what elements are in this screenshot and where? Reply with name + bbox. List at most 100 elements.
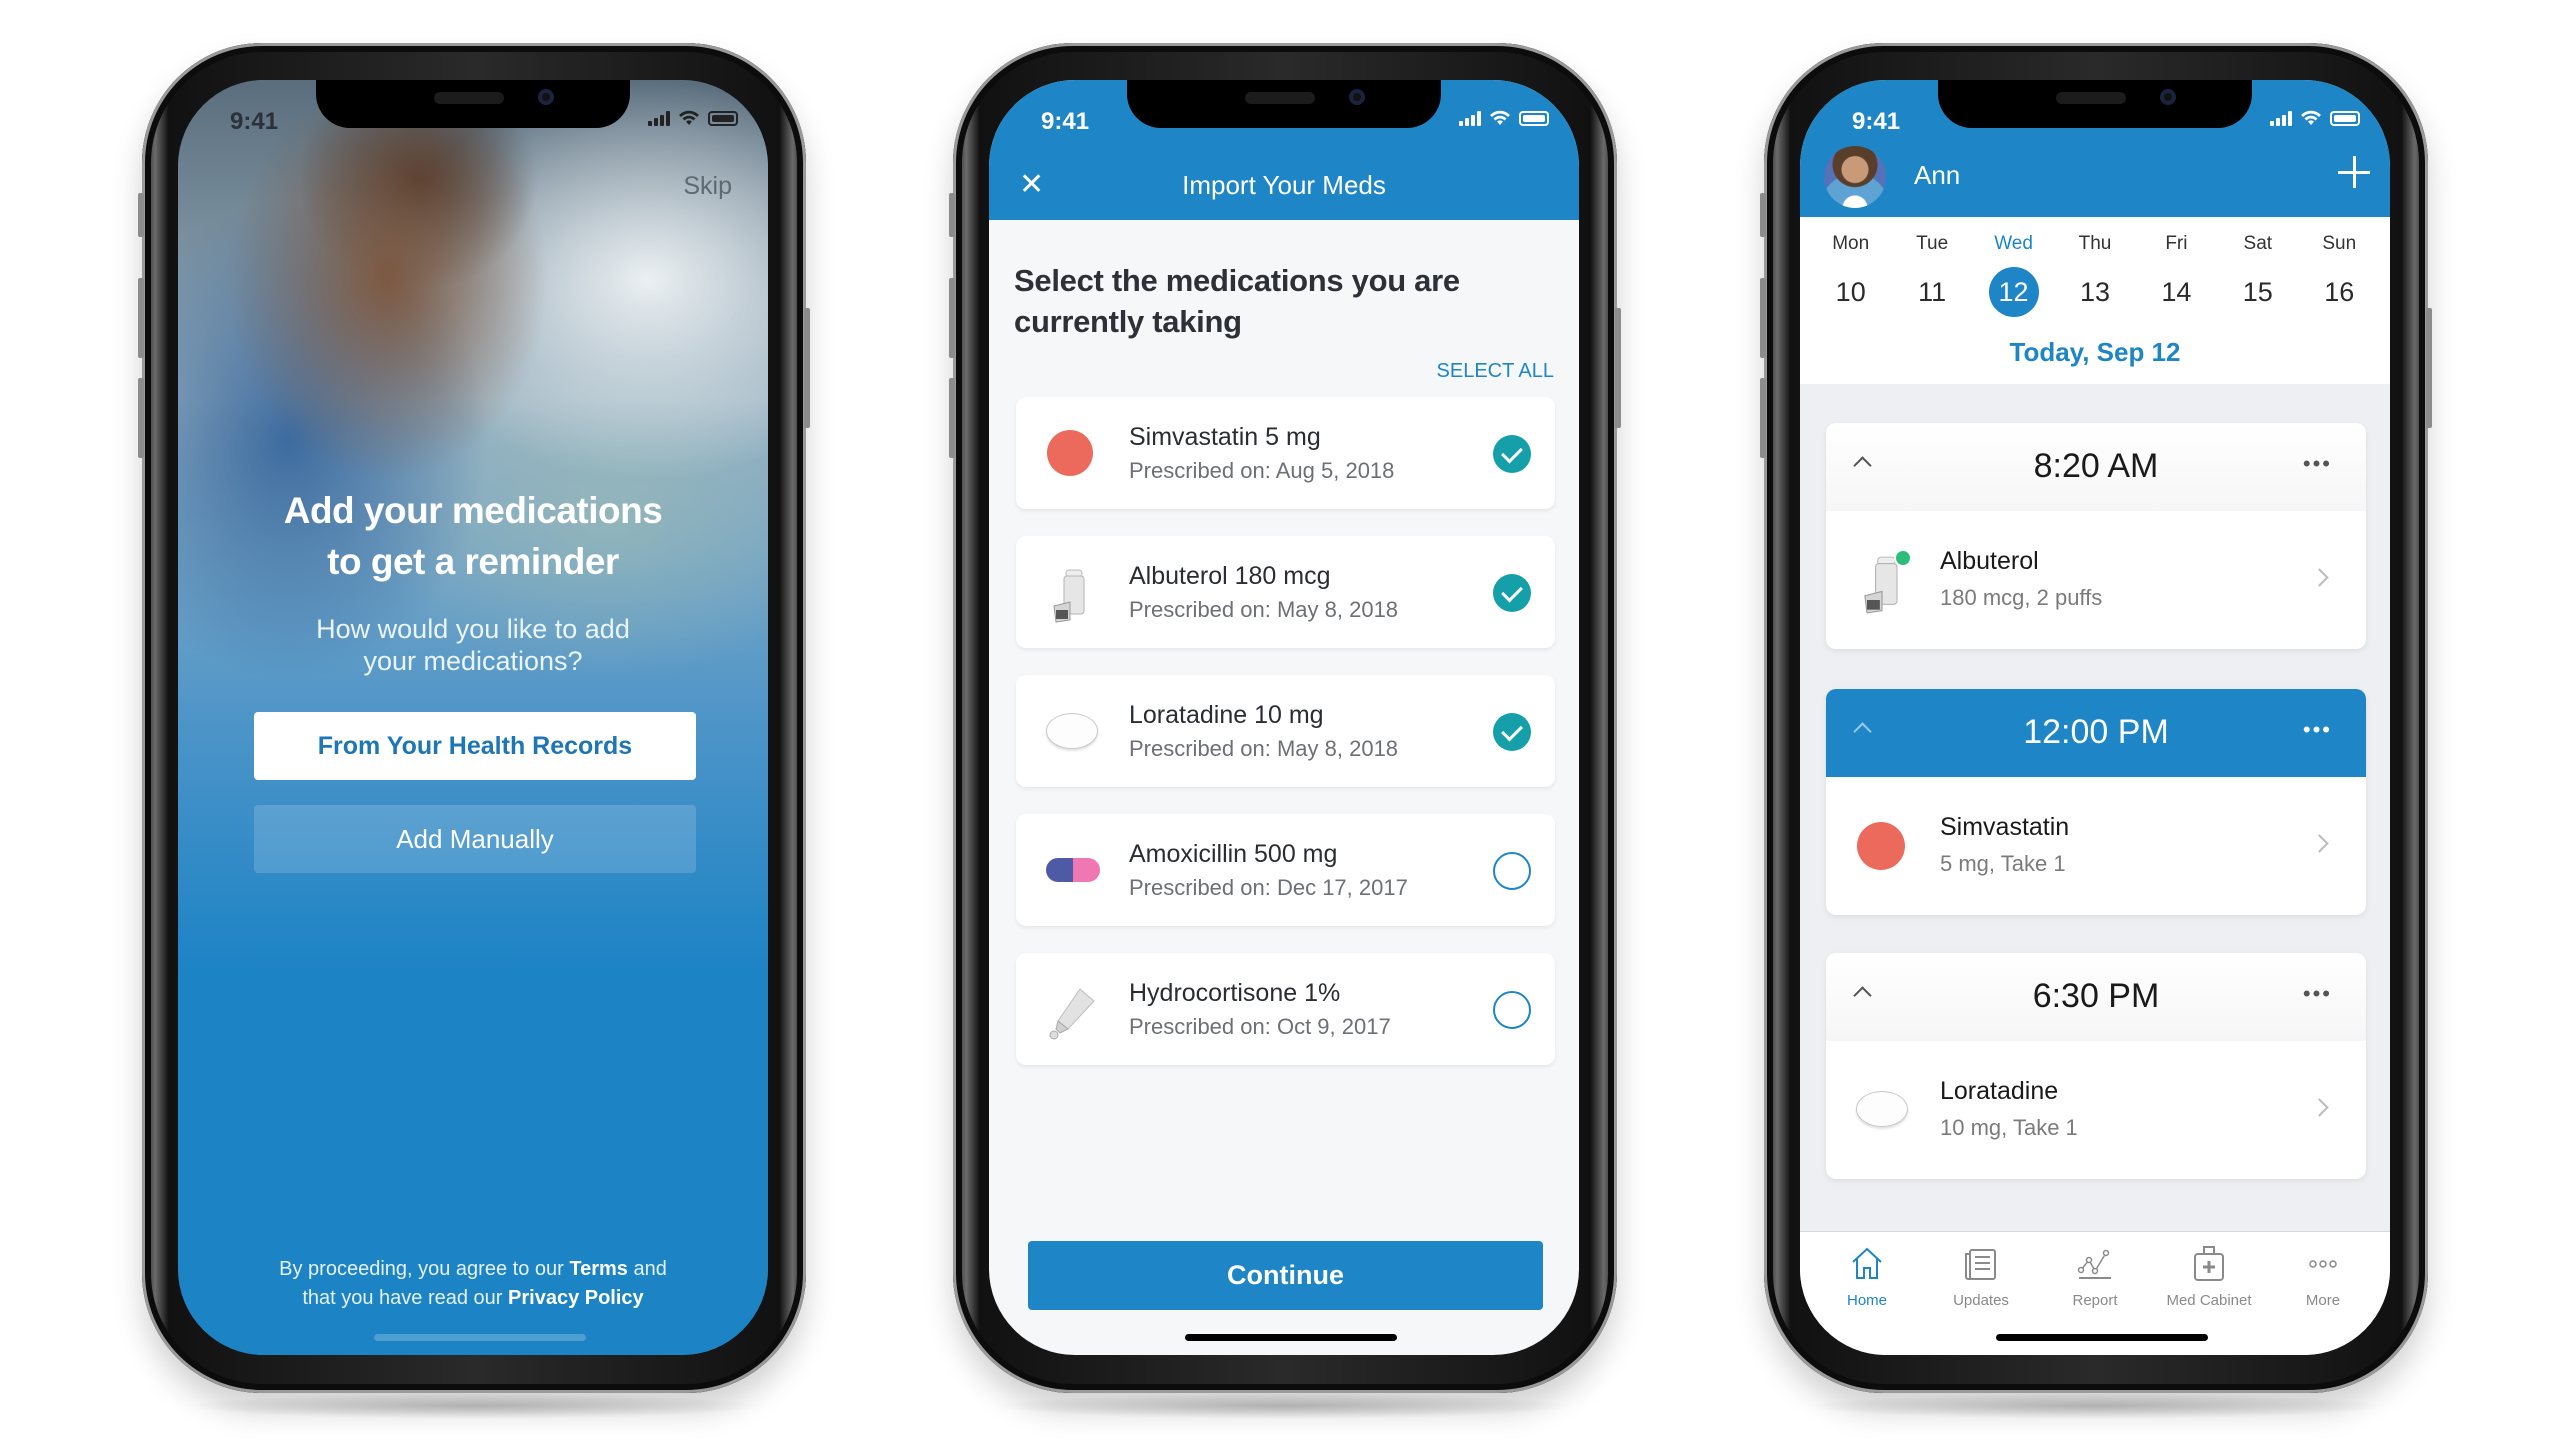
legal-text: By proceeding, you agree to our <box>279 1258 570 1280</box>
home-indicator <box>374 1334 586 1341</box>
tab-label: Updates <box>1953 1292 2009 1309</box>
chevron-right-icon <box>2310 568 2329 587</box>
volume-up-button <box>138 278 144 358</box>
day-tue[interactable]: Tue 11 <box>1891 233 1972 317</box>
dose-time-card: 6:30 PM ••• Loratadine 10 mg, Take 1 <box>1826 953 2366 1179</box>
day-name: Sat <box>2243 233 2273 254</box>
status-bar: 9:41 <box>1800 102 2390 136</box>
volume-down-button <box>138 378 144 458</box>
day-number: 10 <box>1835 277 1866 307</box>
skip-button[interactable]: Skip <box>683 172 732 201</box>
wifi-icon <box>679 110 699 125</box>
tab-label: Med Cabinet <box>2166 1292 2252 1309</box>
status-time: 9:41 <box>1852 108 1901 135</box>
day-number: 13 <box>2079 277 2110 307</box>
signal-icon <box>648 110 670 126</box>
add-manually-button[interactable]: Add Manually <box>254 805 696 873</box>
medication-card[interactable]: Loratadine 10 mg Prescribed on: May 8, 2… <box>1016 675 1555 787</box>
white-pill-icon <box>1046 707 1098 755</box>
day-sat[interactable]: Sat 15 <box>2217 233 2298 317</box>
avatar[interactable] <box>1824 146 1886 208</box>
today-label[interactable]: Today, Sep 12 <box>1800 337 2390 368</box>
dose-time: 6:30 PM <box>2032 977 2160 1015</box>
onboarding-subtitle: How would you like to add your medicatio… <box>178 613 768 677</box>
page-heading: Select the medications you are currently… <box>1014 263 1460 339</box>
chevron-right-icon <box>2310 1098 2329 1117</box>
home-indicator <box>1185 1334 1397 1341</box>
day-sun[interactable]: Sun 16 <box>2299 233 2380 317</box>
title-line-1: Add your medications <box>283 490 663 531</box>
medication-name: Simvastatin 5 mg <box>1129 423 1321 451</box>
day-name: Thu <box>2078 233 2112 254</box>
med-cabinet-icon <box>2194 1246 2224 1281</box>
taken-check-icon <box>1894 549 1912 567</box>
terms-link[interactable]: Terms <box>569 1258 628 1280</box>
mute-switch <box>138 193 144 237</box>
onboarding-screen: 9:41 Skip Add your medications to get a … <box>178 80 768 1355</box>
medication-name: Loratadine <box>1940 1077 2059 1105</box>
volume-up-button <box>949 278 955 358</box>
day-number: 11 <box>1918 277 1947 307</box>
scheduled-medication[interactable]: Simvastatin 5 mg, Take 1 <box>1826 777 2366 915</box>
plus-icon[interactable] <box>2338 156 2370 188</box>
continue-button[interactable]: Continue <box>1028 1241 1543 1310</box>
day-thu[interactable]: Thu 13 <box>2054 233 2135 317</box>
checkbox-checked[interactable] <box>1493 574 1531 612</box>
more-options-icon[interactable]: ••• <box>2303 983 2332 1005</box>
day-wed[interactable]: Wed 12 <box>1973 233 2054 317</box>
nav-title: Import Your Meds <box>1182 170 1386 200</box>
chevron-right-icon <box>2310 834 2329 853</box>
medication-card[interactable]: Hydrocortisone 1% Prescribed on: Oct 9, … <box>1016 953 1555 1065</box>
title-line-2: to get a reminder <box>327 541 619 582</box>
medication-name: Hydrocortisone 1% <box>1129 979 1341 1007</box>
wifi-icon <box>2301 110 2321 125</box>
tab-label: Home <box>1846 1292 1887 1309</box>
checkbox-unchecked[interactable] <box>1493 991 1531 1029</box>
side-button <box>2426 308 2432 428</box>
checkbox-checked[interactable] <box>1493 435 1531 473</box>
medication-card[interactable]: Amoxicillin 500 mg Prescribed on: Dec 17… <box>1016 814 1555 926</box>
more-options-icon[interactable]: ••• <box>2303 453 2332 475</box>
tab-label: More <box>2305 1292 2341 1309</box>
day-mon[interactable]: Mon 10 <box>1810 233 1891 317</box>
scheduled-medication[interactable]: Albuterol 180 mcg, 2 puffs <box>1826 511 2366 649</box>
medication-name: Albuterol <box>1940 547 2039 575</box>
scheduled-medication[interactable]: Loratadine 10 mg, Take 1 <box>1826 1041 2366 1179</box>
home-indicator <box>1996 1334 2208 1341</box>
status-time: 9:41 <box>1041 108 1090 135</box>
medication-card[interactable]: Albuterol 180 mcg Prescribed on: May 8, … <box>1016 536 1555 648</box>
select-all-button[interactable]: SELECT ALL <box>1437 360 1554 383</box>
status-time: 9:41 <box>230 108 279 135</box>
privacy-policy-link[interactable]: Privacy Policy <box>508 1287 644 1309</box>
tab-label: Report <box>2072 1292 2118 1309</box>
from-health-records-button[interactable]: From Your Health Records <box>254 712 696 780</box>
tab-home[interactable]: Home <box>1810 1240 1924 1355</box>
side-button <box>804 308 810 428</box>
medication-dose: 180 mcg, 2 puffs <box>1940 585 2103 610</box>
status-bar: 9:41 <box>989 102 1579 136</box>
medication-dose: 10 mg, Take 1 <box>1940 1115 2078 1140</box>
legal-text: that you have read our <box>302 1287 509 1309</box>
day-number: 15 <box>2242 277 2273 307</box>
user-name[interactable]: Ann <box>1914 160 1960 191</box>
day-number: 16 <box>2324 277 2355 307</box>
phone-import-meds: 9:41 ✕ Import Your Meds Select the medic… <box>949 43 1621 1419</box>
prescribed-date: Prescribed on: May 8, 2018 <box>1129 736 1399 761</box>
battery-icon <box>1519 111 1549 126</box>
signal-icon <box>1459 110 1481 126</box>
subtitle-line-1: How would you like to add <box>316 614 630 644</box>
onboarding-title: Add your medications to get a reminder <box>178 485 768 587</box>
checkbox-checked[interactable] <box>1493 713 1531 751</box>
day-fri[interactable]: Fri 14 <box>2136 233 2217 317</box>
battery-icon <box>2330 111 2360 126</box>
more-options-icon[interactable]: ••• <box>2303 719 2332 741</box>
medication-name: Albuterol 180 mcg <box>1129 562 1331 590</box>
mute-switch <box>949 193 955 237</box>
dose-time: 8:20 AM <box>2033 447 2159 485</box>
prescribed-date: Prescribed on: Dec 17, 2017 <box>1129 875 1408 900</box>
day-number: 12 <box>1988 267 2039 317</box>
status-bar: 9:41 <box>178 102 768 136</box>
medication-card[interactable]: Simvastatin 5 mg Prescribed on: Aug 5, 2… <box>1016 397 1555 509</box>
checkbox-unchecked[interactable] <box>1493 852 1531 890</box>
tab-more[interactable]: More <box>2266 1240 2380 1355</box>
